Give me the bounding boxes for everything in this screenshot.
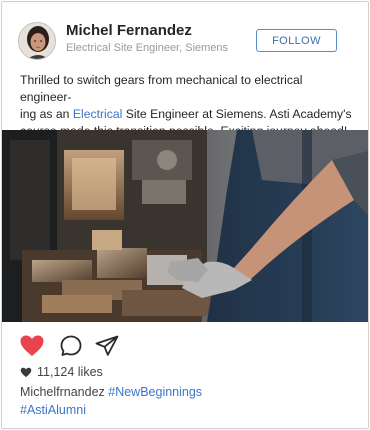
post-header: Michel Fernandez Electrical Site Enginee…	[2, 2, 368, 64]
caption-highlight-link[interactable]: Electrical	[73, 107, 122, 121]
caption-line-2-end: Site Engineer at Siemens. Asti Academy's	[122, 107, 352, 121]
hashtag-asti-alumni[interactable]: #AstiAlumni	[20, 403, 86, 417]
post-actions	[2, 330, 368, 360]
post-card: Michel Fernandez Electrical Site Enginee…	[1, 1, 369, 429]
avatar-portrait	[19, 23, 55, 59]
industrial-machining-photo	[2, 130, 368, 322]
send-icon[interactable]	[94, 334, 120, 360]
follow-button[interactable]: FOLLOW	[256, 29, 337, 52]
author-name[interactable]: Michel Fernandez	[66, 22, 192, 39]
likes-count[interactable]: 11,124 likes	[20, 365, 103, 379]
footer-username[interactable]: Michelfrnandez	[20, 385, 105, 399]
avatar[interactable]	[18, 22, 56, 60]
author-subtitle: Electrical Site Engineer, Siemens	[66, 42, 229, 54]
hashtag-new-beginnings[interactable]: #NewBeginnings	[108, 385, 202, 399]
caption-line-1: Thrilled to switch gears from mechanical…	[20, 73, 303, 104]
caption-line-2-start: ing as an	[20, 107, 73, 121]
comment-icon[interactable]	[59, 334, 85, 360]
small-heart-icon	[20, 367, 32, 377]
likes-text: 11,124 likes	[37, 365, 103, 379]
heart-icon[interactable]	[19, 334, 45, 360]
post-footer: Michelfrnandez #NewBeginnings #AstiAlumn…	[20, 383, 350, 419]
post-photo[interactable]	[2, 130, 368, 322]
